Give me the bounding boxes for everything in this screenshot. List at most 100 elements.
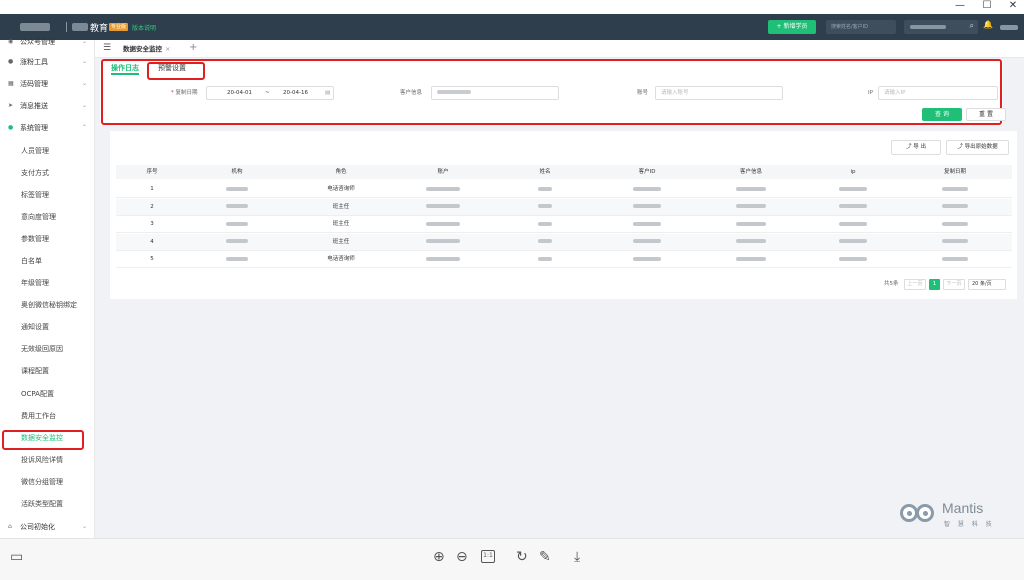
sidebar-sub-item[interactable]: 投诉风险详情 xyxy=(21,450,91,470)
export-button[interactable]: ⤴ 导 出 xyxy=(891,140,941,155)
column-header: 机构 xyxy=(231,169,243,175)
sidebar-sub-item[interactable]: 年级管理 xyxy=(21,273,91,293)
sidebar-sub-item[interactable]: 微信分组管理 xyxy=(21,472,91,492)
cell-redacted xyxy=(226,199,248,216)
cell-redacted xyxy=(633,251,661,268)
export-raw-button[interactable]: ⤴ 导出原始数据 xyxy=(946,140,1009,155)
cell-role: 电话咨询师 xyxy=(327,256,355,262)
tab-data-security[interactable]: 数据安全监控 × xyxy=(117,40,176,58)
grid-icon: ▦ xyxy=(8,80,14,87)
cell-redacted xyxy=(226,181,248,198)
sidebar-sub-item[interactable]: 支付方式 xyxy=(21,163,91,183)
close-window-button[interactable]: ✕ xyxy=(1003,0,1023,12)
next-page-button[interactable]: 下一页 xyxy=(943,279,965,290)
sidebar-sub-item[interactable]: OCPA配置 xyxy=(21,384,91,404)
logo xyxy=(20,23,50,31)
viewer-toolbar: ▭ ⊕ ⊖ 1:1 ↻ ✎ ⤓ xyxy=(0,538,1024,580)
reset-button[interactable]: 重 置 xyxy=(966,108,1006,121)
mantis-logo xyxy=(900,504,936,524)
sidebar-sub-item[interactable]: 奥创微信秘钥绑定 xyxy=(21,295,91,315)
chevron-down-icon: ⌄ xyxy=(81,102,87,109)
sidebar-highlight-annotation xyxy=(2,430,84,450)
sidebar-sub-item[interactable]: 标签管理 xyxy=(21,185,91,205)
ip-input[interactable]: 请输入IP xyxy=(878,86,998,100)
customer-info-label: 客户信息 xyxy=(400,90,423,96)
cell-role: 班主任 xyxy=(332,221,350,227)
date-label: * 复制日期 xyxy=(171,90,198,96)
cell-redacted xyxy=(426,181,460,198)
add-tab-button[interactable]: + xyxy=(189,42,197,53)
add-student-button[interactable]: + 新增学员 xyxy=(768,20,816,34)
search-icon[interactable]: ⌕ xyxy=(970,21,974,31)
sidebar-sub-item[interactable]: 通知设置 xyxy=(21,317,91,337)
sidebar-item-livecode[interactable]: ▦ 活码管理 ⌄ xyxy=(0,74,95,94)
customer-info-value xyxy=(437,89,471,94)
mantis-watermark: Mantis 智 慧 科 技 xyxy=(900,500,1000,532)
sidebar-sub-item[interactable]: 人员管理 xyxy=(21,141,91,161)
global-search-input[interactable]: 搜索姓名/客户ID xyxy=(826,20,896,34)
sidebar-sub-item[interactable]: 参数管理 xyxy=(21,229,91,249)
cell-redacted xyxy=(633,199,661,216)
zoom-out-icon[interactable]: ⊖ xyxy=(456,549,468,565)
cell-redacted xyxy=(538,234,552,251)
sidebar-item-label: 系统管理 xyxy=(20,124,48,132)
sidebar-item-label: 公司初始化 xyxy=(20,523,55,531)
menu-toggle-icon[interactable]: ☰ xyxy=(103,43,111,53)
page-size-select[interactable]: 20 条/页 xyxy=(968,279,1006,290)
sidebar-sub-item[interactable]: 无效级回原因 xyxy=(21,339,91,359)
account-input[interactable]: 请输入账号 xyxy=(655,86,783,100)
watermark-name: Mantis xyxy=(942,500,984,516)
chevron-down-icon: ⌄ xyxy=(81,80,87,87)
cell-redacted xyxy=(942,216,968,233)
user-menu[interactable] xyxy=(1000,25,1018,30)
cell-redacted xyxy=(426,216,460,233)
column-header: 复制日期 xyxy=(943,169,967,175)
query-button[interactable]: 查 询 xyxy=(922,108,962,121)
column-header: 客户信息 xyxy=(739,169,763,175)
version-link[interactable]: 版本说明 xyxy=(132,23,156,32)
sidebar-item-label: 活码管理 xyxy=(20,80,48,88)
sidebar-sub-item[interactable]: 活跃类型配置 xyxy=(21,494,91,514)
cell-redacted xyxy=(942,251,968,268)
cell-redacted xyxy=(538,251,552,268)
panel-icon[interactable]: ▭ xyxy=(10,549,23,565)
edition-badge: 专业版 xyxy=(109,23,129,31)
calendar-icon[interactable]: ▤ xyxy=(325,87,330,99)
chevron-up-icon: ⌃ xyxy=(81,124,87,131)
cell-index: 4 xyxy=(150,238,154,245)
download-icon[interactable]: ⤓ xyxy=(574,549,580,565)
sidebar-sub-item[interactable]: 费用工作台 xyxy=(21,406,91,426)
sidebar-item-system[interactable]: ● 系统管理 ⌃ xyxy=(0,118,95,138)
zoom-in-icon[interactable]: ⊕ xyxy=(433,549,445,565)
sidebar-item-growth[interactable]: ● 涨粉工具 ⌄ xyxy=(0,52,95,72)
table-row xyxy=(116,251,1012,268)
minimize-button[interactable]: — xyxy=(950,0,970,12)
rotate-icon[interactable]: ↻ xyxy=(516,549,528,565)
close-icon[interactable]: × xyxy=(165,45,170,53)
cell-role: 班主任 xyxy=(332,238,350,245)
export-icon: ⤴ xyxy=(957,144,965,150)
sidebar-item-label: 涨粉工具 xyxy=(20,58,48,66)
prev-page-button[interactable]: 上一页 xyxy=(904,279,926,290)
maximize-button[interactable]: ☐ xyxy=(977,0,997,12)
sidebar-sub-item[interactable]: 白名单 xyxy=(21,251,91,271)
current-page[interactable]: 1 xyxy=(929,279,940,290)
sidebar-sub-item[interactable]: 课程配置 xyxy=(21,361,91,381)
edit-icon[interactable]: ✎ xyxy=(539,549,551,565)
cell-redacted xyxy=(736,199,766,216)
bell-icon[interactable]: 🔔 xyxy=(983,20,993,29)
account-label: 账号 xyxy=(637,90,649,96)
cell-redacted xyxy=(538,181,552,198)
cell-redacted xyxy=(226,251,248,268)
sidebar-item-company-init[interactable]: ⌂ 公司初始化 ⌄ xyxy=(0,517,95,537)
customer-search-input[interactable]: ⌕ xyxy=(904,20,978,34)
cell-redacted xyxy=(538,216,552,233)
cell-redacted xyxy=(942,199,968,216)
sidebar-item-wechat[interactable]: ◉ 公众号管理 ⌄ xyxy=(0,32,95,52)
date-range-picker[interactable]: 20-04-01 ~ 20-04-16 ▤ xyxy=(206,86,334,100)
sidebar-item-push[interactable]: ➤ 消息推送 ⌄ xyxy=(0,96,95,116)
customer-info-input[interactable] xyxy=(431,86,559,100)
actual-size-icon[interactable]: 1:1 xyxy=(481,550,495,563)
sidebar-sub-item[interactable]: 意向度管理 xyxy=(21,207,91,227)
column-header: 客户ID xyxy=(638,169,656,175)
